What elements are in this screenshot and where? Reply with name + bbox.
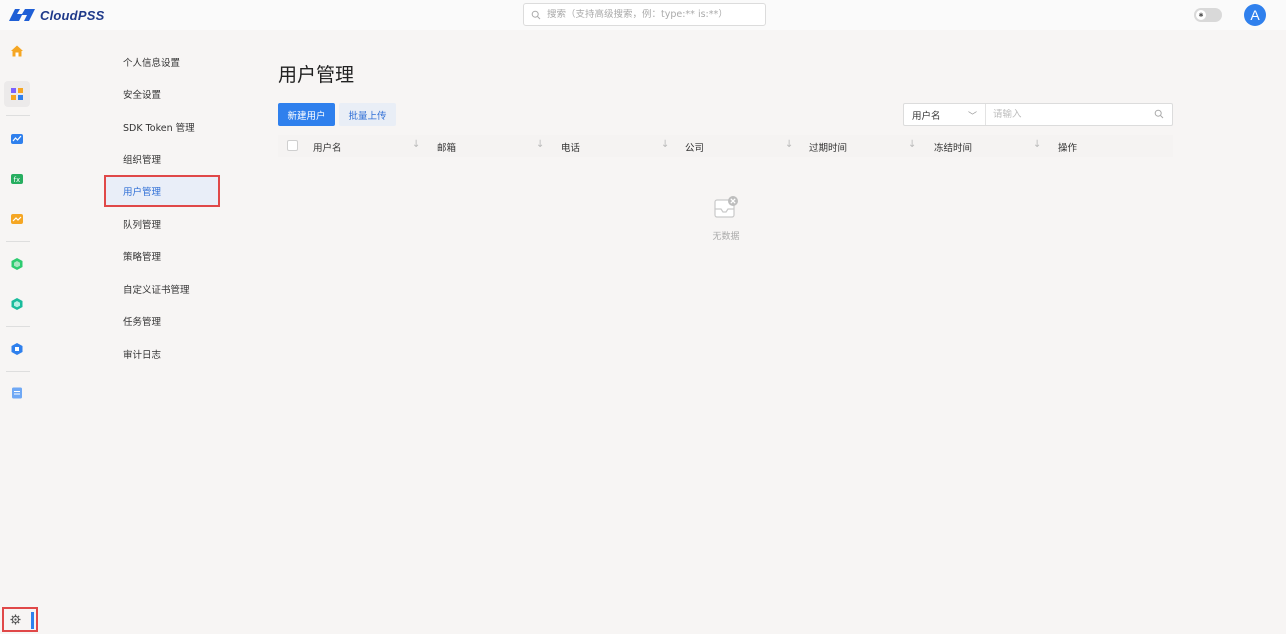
avatar[interactable]: A <box>1244 4 1266 26</box>
menu-item-queues[interactable]: 队列管理 <box>104 208 220 240</box>
new-user-button[interactable]: 新建用户 <box>278 103 335 126</box>
menu-item-users[interactable]: 用户管理 <box>104 175 220 207</box>
active-indicator <box>31 612 34 629</box>
menu-item-policies[interactable]: 策略管理 <box>104 240 220 272</box>
home-icon[interactable] <box>4 38 30 64</box>
menu-item-audit-log[interactable]: 审计日志 <box>104 338 220 370</box>
logo-text: CloudPSS <box>40 7 105 23</box>
cube-blue-icon[interactable] <box>4 336 30 362</box>
column-header-expire-time[interactable]: 过期时间 <box>809 140 847 154</box>
search-icon <box>531 10 541 19</box>
chevron-down-icon: ﹀ <box>967 112 977 122</box>
select-all-checkbox[interactable] <box>287 140 298 151</box>
filter-input[interactable] <box>993 109 1143 120</box>
sort-arrow-icon[interactable]: ↓ <box>908 139 916 150</box>
logo[interactable]: CloudPSS <box>8 7 104 23</box>
column-header-phone[interactable]: 电话 <box>561 140 580 154</box>
top-bar: CloudPSS ✱ A <box>0 0 1286 30</box>
formula-icon[interactable]: fx <box>4 166 30 192</box>
sort-arrow-icon[interactable]: ↓ <box>785 139 793 150</box>
filter-field-value: 用户名 <box>912 110 941 122</box>
rail-divider <box>6 241 30 242</box>
page-title: 用户管理 <box>278 64 355 86</box>
chart-icon[interactable] <box>4 126 30 152</box>
rail-divider <box>6 115 30 116</box>
rail-divider <box>6 371 30 372</box>
menu-item-tasks[interactable]: 任务管理 <box>104 305 220 337</box>
column-header-username[interactable]: 用户名 <box>313 140 342 154</box>
column-header-company[interactable]: 公司 <box>685 140 704 154</box>
hex-teal-icon[interactable] <box>4 291 30 317</box>
menu-item-sdk-token[interactable]: SDK Token 管理 <box>104 111 220 143</box>
trend-icon[interactable] <box>4 206 30 232</box>
rail-divider <box>6 326 30 327</box>
empty-inbox-icon <box>714 196 738 218</box>
search-input[interactable] <box>547 9 765 20</box>
sort-arrow-icon[interactable]: ↓ <box>1033 139 1041 150</box>
filter-field-select[interactable]: 用户名 ﹀ <box>904 104 986 125</box>
logo-mark-icon <box>9 9 35 21</box>
settings-rail-button[interactable] <box>2 607 38 632</box>
menu-item-organization[interactable]: 组织管理 <box>104 143 220 175</box>
column-header-actions: 操作 <box>1058 143 1078 154</box>
gear-icon <box>10 614 21 625</box>
sort-arrow-icon[interactable]: ↓ <box>661 139 669 150</box>
search-icon[interactable] <box>1154 109 1164 119</box>
empty-state: 无数据 <box>700 195 752 242</box>
theme-toggle[interactable]: ✱ <box>1194 8 1222 22</box>
empty-text: 无数据 <box>712 232 740 242</box>
sort-arrow-icon[interactable]: ↓ <box>412 139 420 150</box>
menu-item-profile[interactable]: 个人信息设置 <box>104 46 220 78</box>
table-header: 用户名 ↓ 邮箱 ↓ 电话 ↓ 公司 ↓ 过期时间 ↓ 冻结时间 ↓ 操作 <box>278 135 1173 157</box>
user-filter: 用户名 ﹀ <box>903 103 1173 126</box>
menu-item-security[interactable]: 安全设置 <box>104 78 220 110</box>
app-rail: fx <box>0 30 34 634</box>
sun-icon: ✱ <box>1196 10 1206 20</box>
doc-icon[interactable] <box>4 380 30 406</box>
batch-upload-button[interactable]: 批量上传 <box>339 103 396 126</box>
filter-input-wrap <box>986 104 1172 125</box>
sort-arrow-icon[interactable]: ↓ <box>536 139 544 150</box>
global-search[interactable] <box>523 3 766 26</box>
menu-item-certificates[interactable]: 自定义证书管理 <box>104 273 220 305</box>
column-header-email[interactable]: 邮箱 <box>437 140 456 154</box>
hex-green-icon[interactable] <box>4 251 30 277</box>
svg-text:fx: fx <box>14 176 21 184</box>
column-header-freeze-time[interactable]: 冻结时间 <box>934 140 972 154</box>
apps-icon[interactable] <box>4 81 30 107</box>
